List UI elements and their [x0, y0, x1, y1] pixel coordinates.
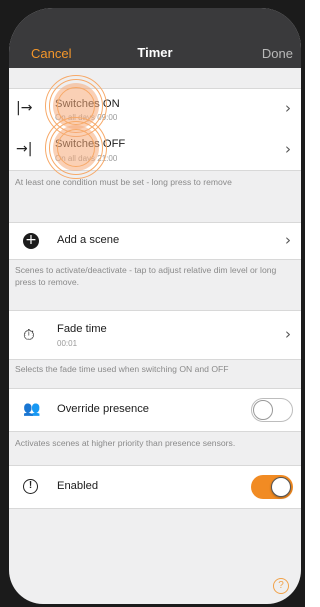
switch-on-icon: |→ [16, 100, 33, 116]
screen: Cancel Timer Done |→ Switches ON On all … [9, 8, 301, 604]
conditions-caption: At least one condition must be set - lon… [15, 177, 232, 187]
fade-time-label: Fade time [57, 323, 107, 335]
chevron-right-icon: › [285, 231, 291, 249]
presence-caption: Activates scenes at higher priority than… [15, 438, 236, 448]
fade-caption: Selects the fade time used when switchin… [15, 364, 229, 374]
nav-bar: Cancel Timer Done [9, 8, 301, 68]
page-title: Timer [137, 45, 173, 60]
help-icon[interactable]: ? [273, 578, 289, 594]
timer-icon: ⏱ [23, 326, 35, 344]
chevron-right-icon: › [285, 140, 291, 158]
enabled-toggle[interactable] [251, 475, 293, 499]
enabled-label: Enabled [57, 480, 99, 492]
info-icon: ! [23, 479, 38, 494]
override-presence-label: Override presence [57, 403, 150, 415]
fade-time-row[interactable]: ⏱ Fade time 00:01 › [9, 310, 301, 360]
enabled-row: ! Enabled [9, 465, 301, 509]
touch-ring [45, 117, 107, 179]
switch-off-icon: →| [16, 141, 33, 157]
toggle-knob [271, 477, 291, 497]
done-button[interactable]: Done [262, 46, 293, 61]
chevron-right-icon: › [285, 325, 291, 343]
plus-circle-icon: + [23, 233, 39, 249]
toggle-knob [253, 400, 273, 420]
chevron-right-icon: › [285, 99, 291, 117]
override-presence-row: 👥 Override presence [9, 388, 301, 432]
override-presence-toggle[interactable] [251, 398, 293, 422]
scene-caption: Scenes to activate/deactivate - tap to a… [15, 265, 277, 287]
add-scene-label: Add a scene [57, 234, 120, 246]
people-icon: 👥 [23, 401, 41, 417]
add-scene-row[interactable]: + Add a scene › [9, 222, 301, 260]
fade-time-value: 00:01 [57, 339, 78, 348]
device-frame: Cancel Timer Done |→ Switches ON On all … [0, 0, 305, 607]
